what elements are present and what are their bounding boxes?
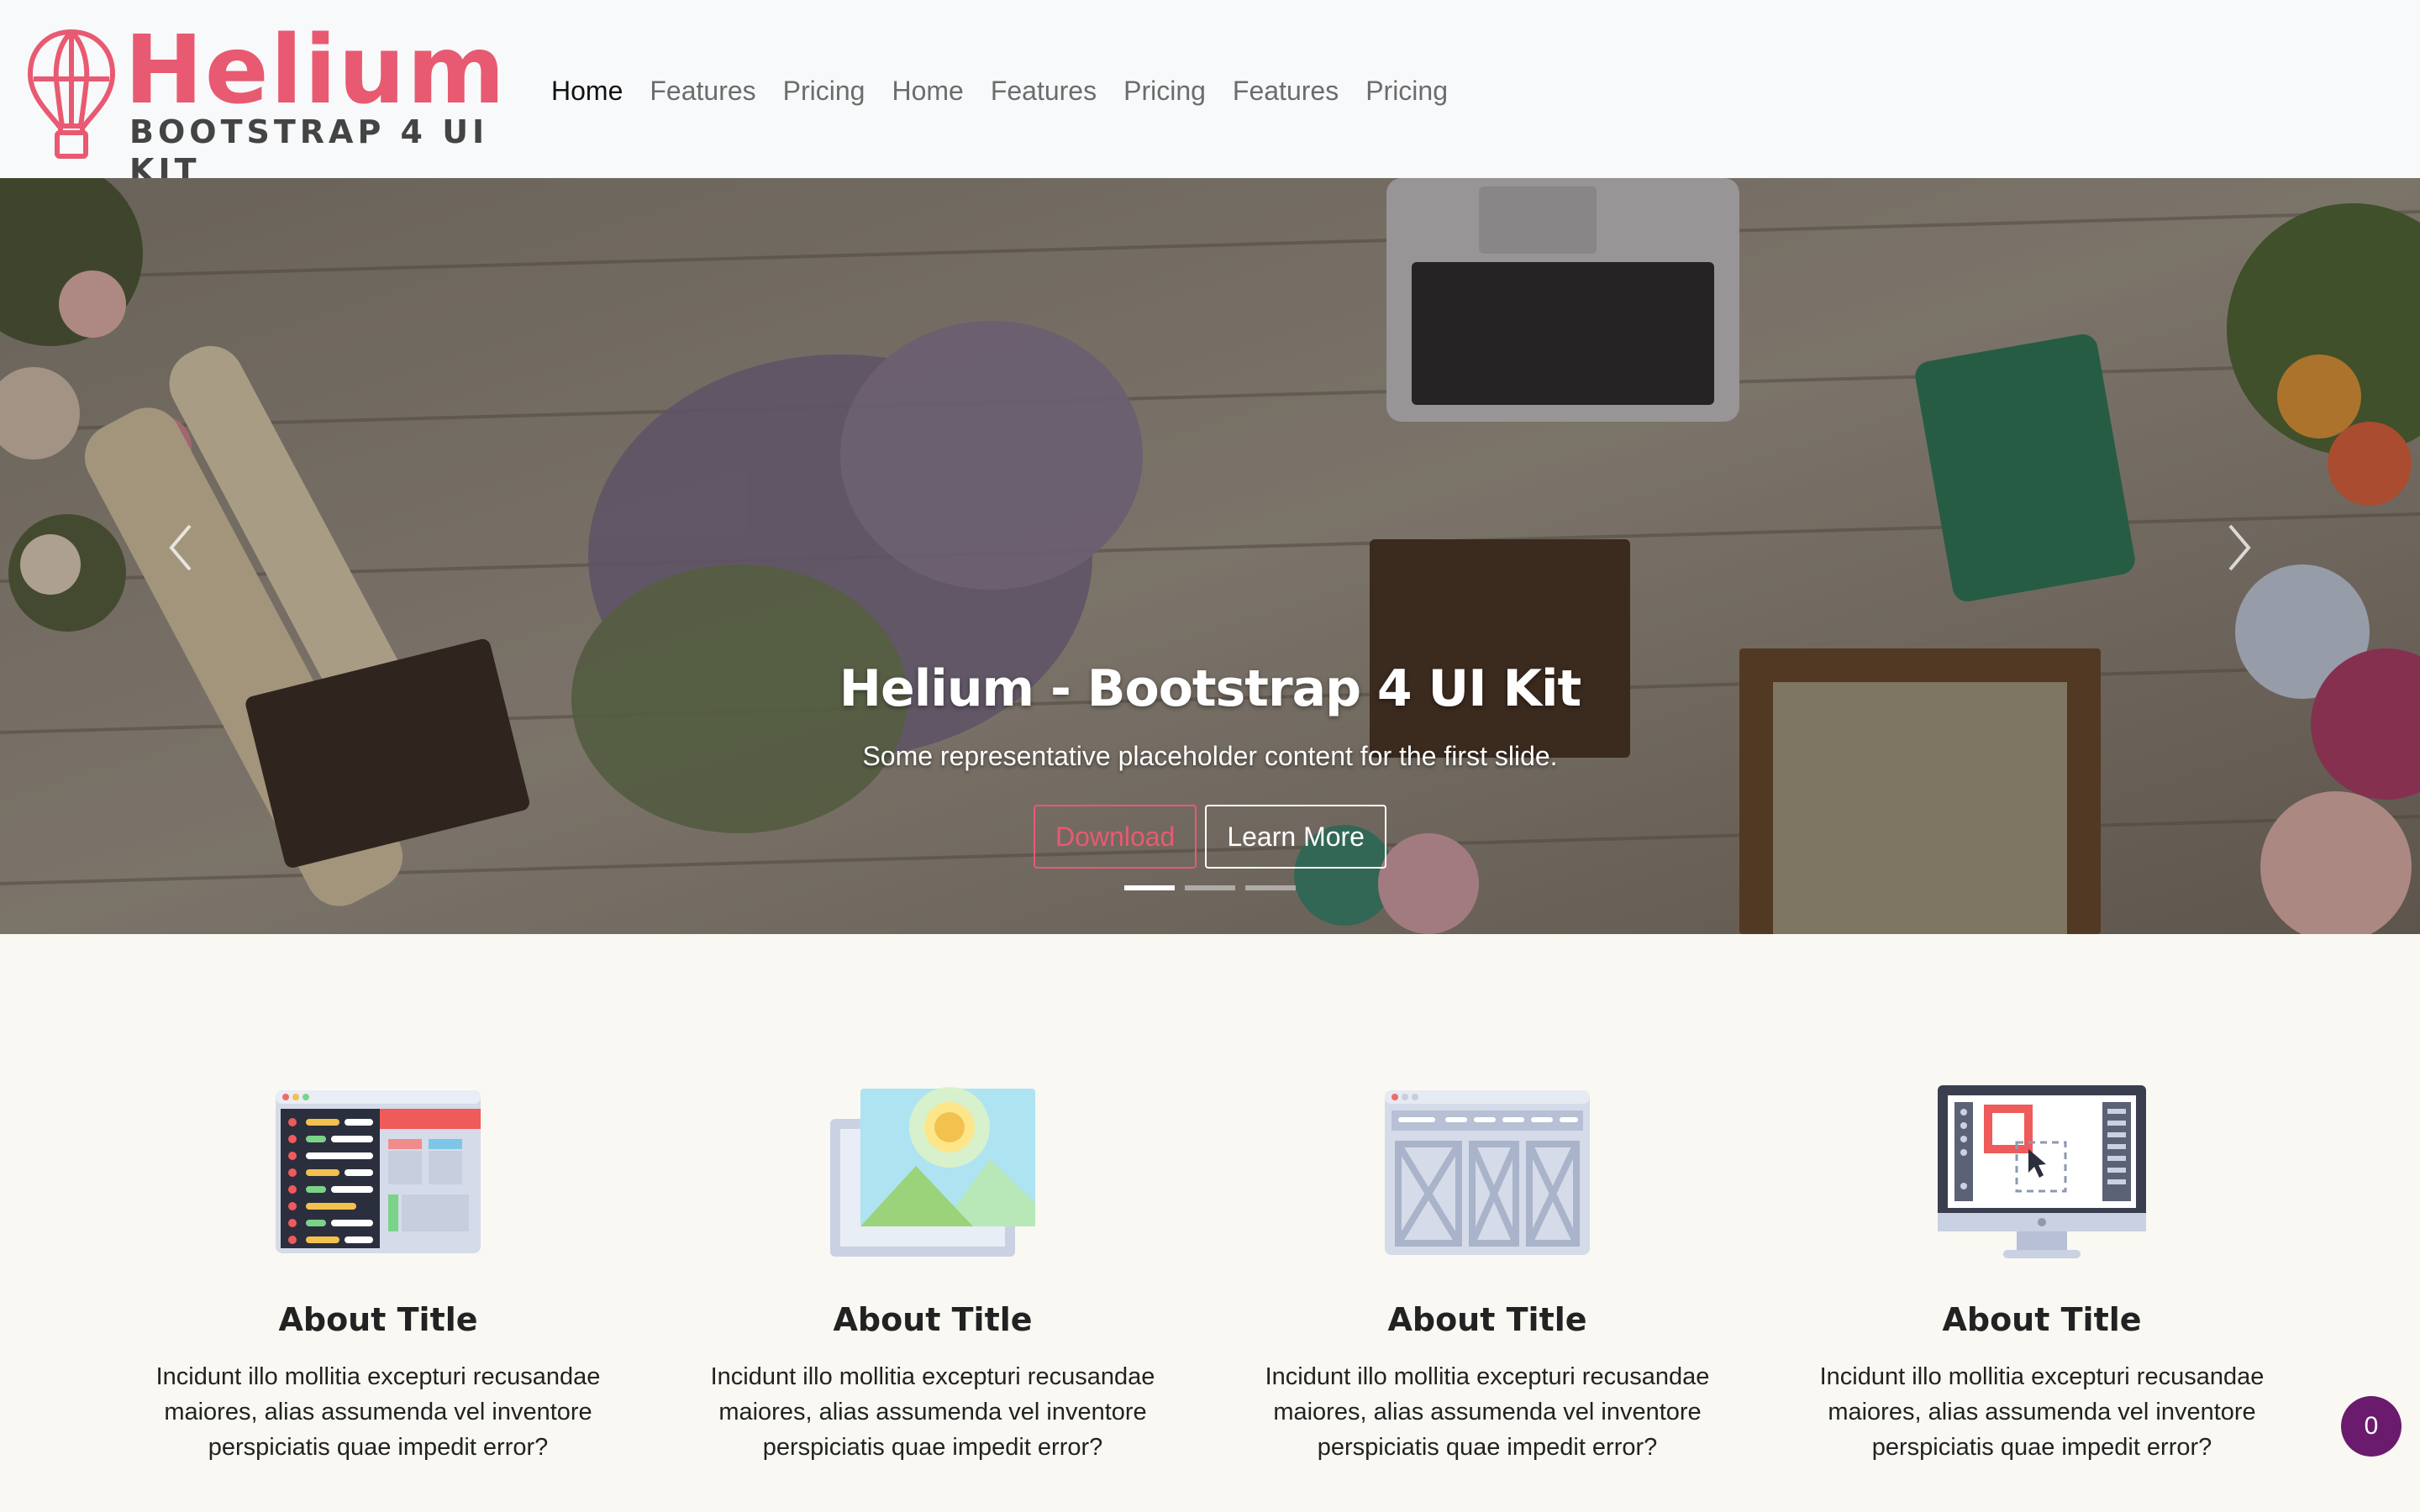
wireframe-window-icon [1385, 1090, 1590, 1255]
feature-text: Incidunt illo mollitia excepturi recusan… [710, 1363, 1155, 1461]
nav-link-home[interactable]: Home [878, 67, 976, 114]
main-nav: Home Features Pricing Home Features Pric… [538, 67, 1461, 114]
chevron-left-icon [169, 524, 192, 571]
carousel-indicator[interactable] [1185, 885, 1235, 890]
nav-item: Pricing [770, 67, 879, 114]
dashboard-window-icon [276, 1090, 481, 1253]
nav-item: Home [538, 67, 636, 114]
nav-link-pricing[interactable]: Pricing [1352, 67, 1461, 114]
design-monitor-icon [1938, 1085, 2146, 1258]
nav-link-features[interactable]: Features [1219, 67, 1352, 114]
feature-text: Incidunt illo mollitia excepturi recusan… [1265, 1363, 1710, 1461]
nav-item: Pricing [1110, 67, 1219, 114]
nav-item: Pricing [1352, 67, 1461, 114]
hero-carousel: Helium - Bootstrap 4 UI Kit Some represe… [0, 178, 2420, 934]
carousel-prev-button[interactable] [131, 497, 232, 598]
feature-card: About Title Incidunt illo mollitia excep… [1765, 1085, 2319, 1465]
nav-item: Features [1219, 67, 1352, 114]
slide-title: Helium - Bootstrap 4 UI Kit [839, 659, 1581, 718]
feature-title: About Title [833, 1301, 1033, 1338]
feature-card: About Title Incidunt illo mollitia excep… [1210, 1085, 1765, 1465]
chat-notification-badge[interactable]: 0 [2341, 1396, 2402, 1457]
learn-more-button[interactable]: Learn More [1205, 805, 1386, 869]
nav-item: Features [977, 67, 1110, 114]
feature-text: Incidunt illo mollitia excepturi recusan… [155, 1363, 601, 1461]
caption-buttons: Download Learn More [0, 805, 2420, 869]
nav-link-features[interactable]: Features [977, 67, 1110, 114]
feature-title: About Title [1387, 1301, 1587, 1338]
navbar: Helium BOOTSTRAP 4 UI KIT Home Features … [0, 0, 2420, 189]
brand-logo[interactable]: Helium BOOTSTRAP 4 UI KIT [24, 20, 505, 189]
brand-name: Helium [124, 16, 507, 125]
nav-link-pricing[interactable]: Pricing [1110, 67, 1219, 114]
carousel-caption: Helium - Bootstrap 4 UI Kit Some represe… [0, 657, 2420, 869]
features-section: About Title Incidunt illo mollitia excep… [0, 934, 2420, 1512]
feature-card: About Title Incidunt illo mollitia excep… [101, 1085, 655, 1465]
nav-link-home[interactable]: Home [538, 67, 636, 114]
nav-item: Features [636, 67, 769, 114]
carousel-indicator[interactable] [1245, 885, 1296, 890]
carousel-indicators [1124, 885, 1296, 890]
nav-item: Home [878, 67, 976, 114]
nav-link-pricing[interactable]: Pricing [770, 67, 879, 114]
carousel-indicator[interactable] [1124, 885, 1175, 890]
nav-link-features[interactable]: Features [636, 67, 769, 114]
hot-air-balloon-icon [28, 29, 115, 159]
download-button[interactable]: Download [1034, 805, 1197, 869]
slide-text: Some representative placeholder content … [862, 741, 1558, 771]
feature-text: Incidunt illo mollitia excepturi recusan… [1819, 1363, 2265, 1461]
carousel-next-button[interactable] [2188, 497, 2289, 598]
feature-title: About Title [1942, 1301, 2142, 1338]
feature-title: About Title [278, 1301, 478, 1338]
landscape-image-icon [830, 1087, 1035, 1257]
chevron-right-icon [2228, 524, 2251, 571]
feature-card: About Title Incidunt illo mollitia excep… [655, 1085, 1210, 1465]
